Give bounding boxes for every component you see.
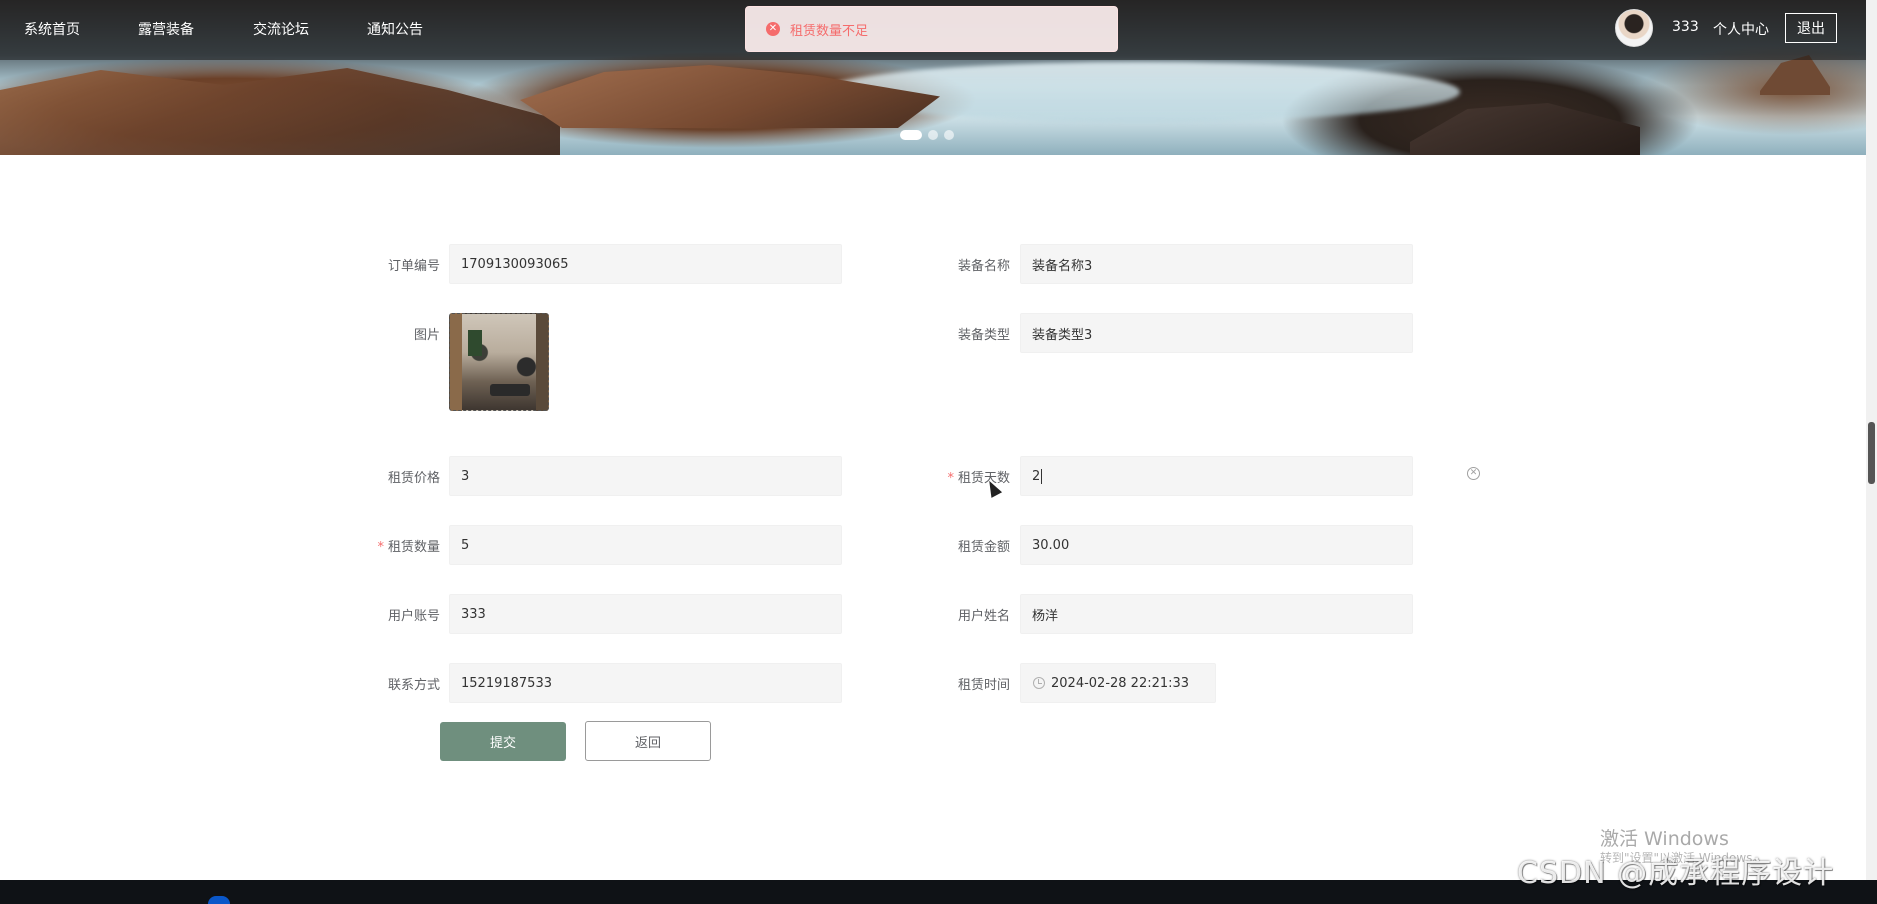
personal-center-link[interactable]: 个人中心 bbox=[1713, 19, 1769, 39]
user-account-label: 用户账号 bbox=[387, 609, 440, 624]
equip-name-label: 装备名称 bbox=[957, 259, 1010, 274]
equip-type-field[interactable]: 装备类型3 bbox=[1020, 313, 1413, 353]
submit-button[interactable]: 提交 bbox=[440, 722, 566, 761]
rent-qty-input[interactable]: 5 bbox=[449, 525, 842, 565]
required-mark: * bbox=[377, 540, 384, 555]
equipment-image[interactable] bbox=[449, 313, 549, 411]
rent-time-value: 2024-02-28 22:21:33 bbox=[1051, 675, 1190, 691]
rent-days-value: 2 bbox=[1032, 468, 1041, 484]
user-name-label: 用户姓名 bbox=[957, 609, 1010, 624]
error-circle-icon: ✕ bbox=[766, 22, 780, 36]
carousel-dot[interactable] bbox=[928, 130, 938, 140]
contact-label: 联系方式 bbox=[387, 678, 440, 693]
rent-price-field[interactable]: 3 bbox=[449, 456, 842, 496]
rent-qty-label-text: 租赁数量 bbox=[387, 540, 440, 555]
banner-rock bbox=[0, 68, 560, 155]
windows-activation-title: 激活 Windows bbox=[1600, 828, 1729, 850]
footer-logo-icon bbox=[208, 896, 230, 904]
toast-message: 租赁数量不足 bbox=[790, 23, 869, 39]
avatar[interactable] bbox=[1615, 9, 1653, 47]
banner-rock bbox=[520, 65, 940, 128]
csdn-watermark: CSDN @成承程序设计 bbox=[1517, 856, 1835, 891]
clear-icon[interactable]: ✕ bbox=[1467, 467, 1480, 480]
rent-amount-field[interactable]: 30.00 bbox=[1020, 525, 1413, 565]
back-button[interactable]: 返回 bbox=[585, 721, 711, 761]
carousel-indicators bbox=[900, 130, 954, 140]
text-caret bbox=[1041, 468, 1043, 484]
rent-qty-label: * 租赁数量 bbox=[360, 536, 440, 555]
rent-price-label: 租赁价格 bbox=[387, 471, 440, 486]
image-label: 图片 bbox=[413, 328, 440, 343]
carousel-dot[interactable] bbox=[900, 130, 922, 140]
order-no-label: 订单编号 bbox=[387, 259, 440, 274]
required-mark: * bbox=[947, 471, 954, 486]
rent-days-label: * 租赁天数 bbox=[930, 467, 1010, 486]
nav-item-equipment[interactable]: 露营装备 bbox=[138, 19, 194, 39]
nav-item-notices[interactable]: 通知公告 bbox=[367, 19, 423, 39]
rent-amount-label: 租赁金额 bbox=[957, 540, 1010, 555]
rent-days-input[interactable]: 2 bbox=[1020, 456, 1413, 496]
equip-type-label: 装备类型 bbox=[957, 328, 1010, 343]
error-toast: ✕ 租赁数量不足 bbox=[745, 6, 1118, 52]
carousel-dot[interactable] bbox=[944, 130, 954, 140]
order-no-field[interactable]: 1709130093065 bbox=[449, 244, 842, 284]
logout-button[interactable]: 退出 bbox=[1785, 13, 1837, 43]
username: 333 bbox=[1672, 19, 1699, 35]
user-account-field[interactable]: 333 bbox=[449, 594, 842, 634]
user-name-field[interactable]: 杨洋 bbox=[1020, 594, 1413, 634]
clock-icon bbox=[1033, 677, 1045, 689]
nav-item-forum[interactable]: 交流论坛 bbox=[253, 19, 309, 39]
banner-rock bbox=[1760, 55, 1830, 95]
contact-field[interactable]: 15219187533 bbox=[449, 663, 842, 703]
rent-time-picker[interactable]: 2024-02-28 22:21:33 bbox=[1020, 663, 1216, 703]
banner-rock bbox=[1410, 103, 1640, 155]
equip-name-field[interactable]: 装备名称3 bbox=[1020, 244, 1413, 284]
scrollbar-thumb[interactable] bbox=[1868, 422, 1875, 484]
nav-item-home[interactable]: 系统首页 bbox=[24, 19, 80, 39]
rent-time-label: 租赁时间 bbox=[957, 678, 1010, 693]
page-scrollbar[interactable] bbox=[1866, 0, 1877, 880]
